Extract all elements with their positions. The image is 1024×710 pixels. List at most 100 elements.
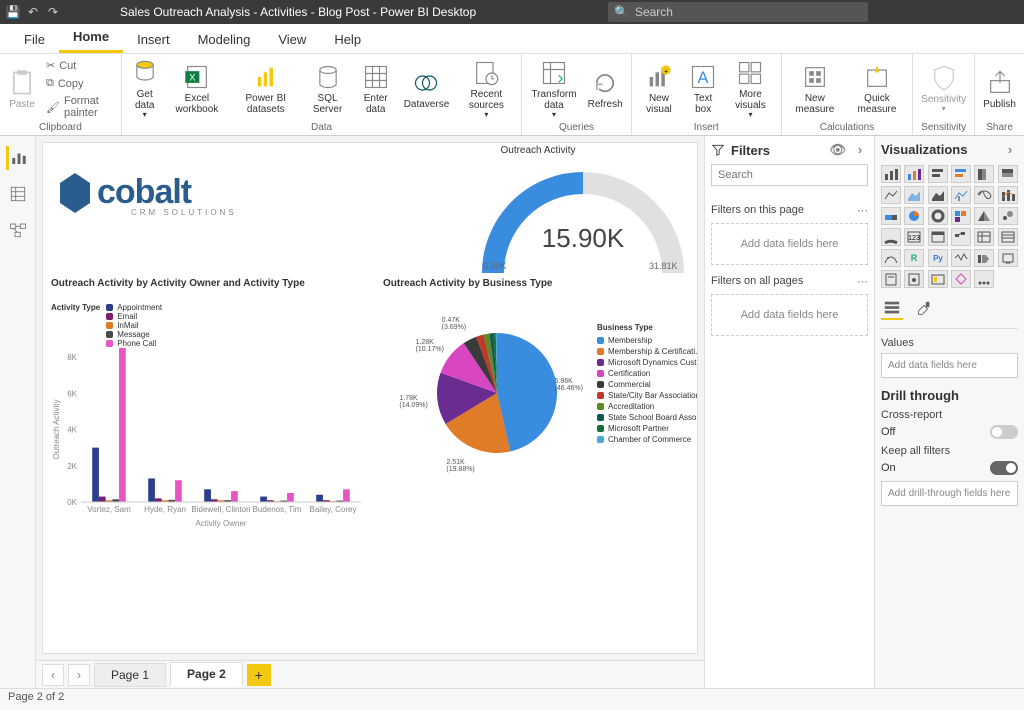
viz-type-13[interactable]	[904, 207, 924, 225]
viz-type-18[interactable]	[881, 228, 901, 246]
viz-type-17[interactable]	[998, 207, 1018, 225]
collapse-filters-button[interactable]: ›	[852, 142, 868, 158]
page-filter-drop[interactable]: Add data fields here	[711, 223, 868, 265]
copy-button[interactable]: ⧉Copy	[42, 75, 117, 92]
viz-type-25[interactable]: R	[904, 249, 924, 267]
collapse-viz-button[interactable]: ›	[1002, 142, 1018, 157]
enter-data-button[interactable]: Enter data	[354, 61, 398, 117]
cross-report-toggle[interactable]	[990, 425, 1018, 439]
viz-type-29[interactable]	[998, 249, 1018, 267]
viz-type-14[interactable]	[928, 207, 948, 225]
format-painter-button[interactable]: 🖌Format painter	[42, 93, 117, 121]
titlebar: 💾 ↶ ↷ Sales Outreach Analysis - Activiti…	[0, 0, 1024, 24]
bar-chart-title: Outreach Activity by Activity Owner and …	[51, 278, 305, 289]
viz-type-1[interactable]	[904, 165, 924, 183]
more-icon[interactable]: ⋯	[857, 275, 868, 288]
all-filter-drop[interactable]: Add data fields here	[711, 294, 868, 336]
status-bar: Page 2 of 2	[0, 688, 1024, 710]
viz-type-26[interactable]: Py	[928, 249, 948, 267]
pie-legend-item: Membership	[597, 336, 698, 345]
viz-type-3[interactable]	[951, 165, 971, 183]
viz-type-24[interactable]	[881, 249, 901, 267]
tab-home[interactable]: Home	[59, 23, 123, 53]
refresh-button[interactable]: Refresh	[584, 67, 627, 112]
svg-text:Vortez, Sam: Vortez, Sam	[87, 505, 131, 514]
keep-filters-toggle[interactable]	[990, 461, 1018, 475]
viz-type-16[interactable]	[974, 207, 994, 225]
viz-type-23[interactable]	[998, 228, 1018, 246]
undo-icon[interactable]: ↶	[26, 5, 40, 19]
dataverse-button[interactable]: Dataverse	[400, 67, 454, 112]
new-measure-button[interactable]: New measure	[786, 61, 844, 117]
viz-type-31[interactable]	[904, 270, 924, 288]
viz-type-4[interactable]	[974, 165, 994, 183]
pbi-datasets-button[interactable]: Power BI datasets	[230, 61, 301, 117]
cut-button[interactable]: ✂Cut	[42, 57, 117, 74]
viz-type-21[interactable]	[951, 228, 971, 246]
viz-type-32[interactable]	[928, 270, 948, 288]
excel-button[interactable]: XExcel workbook	[166, 61, 229, 117]
viz-type-0[interactable]	[881, 165, 901, 183]
text-box-button[interactable]: AText box	[684, 61, 722, 117]
pie-legend-item: Certification	[597, 369, 698, 378]
tab-help[interactable]: Help	[320, 26, 375, 53]
format-tab-icon[interactable]	[913, 298, 935, 320]
pie-chart[interactable]: 5.86K(46.46%)2.51K(19.88%)1.78K(14.09%)1…	[383, 303, 698, 503]
report-canvas[interactable]: cobalt CRM SOLUTIONS Outreach Activity 1…	[42, 142, 698, 654]
transform-button[interactable]: Transform data▾	[526, 57, 581, 122]
redo-icon[interactable]: ↷	[46, 5, 60, 19]
viz-type-34[interactable]	[974, 270, 994, 288]
prev-page-button[interactable]: ‹	[42, 664, 64, 686]
more-icon[interactable]: ⋯	[857, 204, 868, 217]
viz-type-6[interactable]	[881, 186, 901, 204]
viz-type-33[interactable]	[951, 270, 971, 288]
ribbon-group-clipboard: Paste ✂Cut ⧉Copy 🖌Format painter Clipboa…	[0, 54, 122, 135]
viz-type-7[interactable]	[904, 186, 924, 204]
new-visual-button[interactable]: +New visual	[636, 61, 683, 117]
paste-button[interactable]: Paste	[4, 67, 40, 112]
publish-button[interactable]: Publish	[979, 67, 1020, 112]
drill-heading: Drill through	[881, 388, 1018, 403]
add-page-button[interactable]: +	[247, 664, 271, 686]
values-drop[interactable]: Add data fields here	[881, 353, 1018, 378]
report-view-button[interactable]	[6, 146, 30, 170]
viz-type-28[interactable]	[974, 249, 994, 267]
model-view-button[interactable]	[6, 218, 30, 242]
sql-button[interactable]: SQL Server	[303, 61, 351, 117]
fields-tab-icon[interactable]	[881, 298, 903, 320]
tab-file[interactable]: File	[10, 26, 59, 53]
viz-type-11[interactable]	[998, 186, 1018, 204]
save-icon[interactable]: 💾	[6, 5, 20, 19]
viz-type-8[interactable]	[928, 186, 948, 204]
tab-insert[interactable]: Insert	[123, 26, 184, 53]
viz-type-10[interactable]	[974, 186, 994, 204]
tab-view[interactable]: View	[264, 26, 320, 53]
data-view-button[interactable]	[6, 182, 30, 206]
viz-type-19[interactable]: 123	[904, 228, 924, 246]
viz-type-27[interactable]	[951, 249, 971, 267]
eye-icon[interactable]: 👁	[829, 142, 846, 158]
next-page-button[interactable]: ›	[68, 664, 90, 686]
tab-modeling[interactable]: Modeling	[184, 26, 265, 53]
filter-search-input[interactable]	[711, 164, 868, 186]
viz-type-5[interactable]	[998, 165, 1018, 183]
page-tab-2[interactable]: Page 2	[170, 662, 243, 687]
viz-type-20[interactable]	[928, 228, 948, 246]
quick-measure-button[interactable]: Quick measure	[846, 61, 908, 117]
global-search[interactable]: 🔍 Search	[608, 2, 868, 22]
drill-fields-drop[interactable]: Add drill-through fields here	[881, 481, 1018, 506]
viz-type-9[interactable]	[951, 186, 971, 204]
sensitivity-button[interactable]: Sensitivity▾	[917, 62, 970, 116]
page-tab-1[interactable]: Page 1	[94, 663, 166, 687]
get-data-button[interactable]: Get data▾	[126, 57, 164, 122]
more-visuals-button[interactable]: More visuals▾	[724, 57, 777, 122]
viz-type-22[interactable]	[974, 228, 994, 246]
viz-type-15[interactable]	[951, 207, 971, 225]
recent-sources-button[interactable]: Recent sources▾	[455, 57, 517, 122]
svg-text:Activity Owner: Activity Owner	[195, 519, 246, 528]
pie-legend-item: Chamber of Commerce	[597, 435, 698, 444]
bar-chart[interactable]: Activity Type Appointment Email InMail M…	[51, 303, 371, 503]
viz-type-2[interactable]	[928, 165, 948, 183]
viz-type-12[interactable]	[881, 207, 901, 225]
viz-type-30[interactable]	[881, 270, 901, 288]
